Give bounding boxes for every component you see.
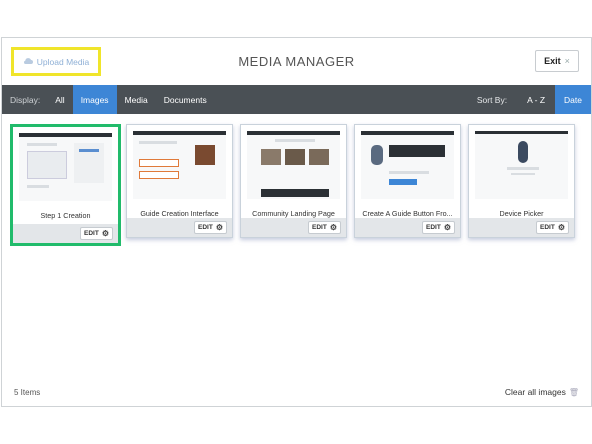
- item-count: 5 Items: [14, 387, 41, 397]
- sort-date[interactable]: Date: [555, 85, 591, 114]
- filter-images[interactable]: Images: [72, 85, 117, 114]
- page-title: MEDIA MANAGER: [238, 54, 355, 69]
- gear-icon: ⚙: [557, 222, 565, 232]
- filter-toolbar: Display: All Images Media Documents Sort…: [2, 85, 591, 114]
- exit-label: Exit: [544, 56, 561, 66]
- media-card[interactable]: Device Picker EDIT ⚙: [468, 124, 575, 238]
- gear-icon: ⚙: [215, 222, 223, 232]
- media-card[interactable]: Guide Creation Interface EDIT ⚙: [126, 124, 233, 238]
- sort-by-label: Sort By:: [476, 94, 508, 105]
- media-thumbnail: [475, 131, 568, 199]
- exit-button[interactable]: Exit ×: [535, 50, 579, 72]
- close-icon: ×: [564, 56, 570, 66]
- gear-icon: ⚙: [329, 222, 337, 232]
- gear-icon: ⚙: [101, 228, 109, 238]
- filter-all[interactable]: All: [47, 85, 72, 114]
- media-manager-modal: Upload Media MEDIA MANAGER Exit × Displa…: [1, 37, 592, 407]
- media-thumbnail: [133, 131, 226, 199]
- display-label: Display:: [10, 94, 41, 105]
- edit-button[interactable]: EDIT ⚙: [536, 221, 569, 234]
- filter-media[interactable]: Media: [117, 85, 156, 114]
- edit-button[interactable]: EDIT ⚙: [194, 221, 227, 234]
- media-name: Step 1 Creation: [40, 211, 91, 220]
- modal-header: Upload Media MEDIA MANAGER Exit ×: [2, 38, 591, 85]
- media-name: Community Landing Page: [252, 209, 335, 218]
- media-name: Create A Guide Button Fro...: [362, 209, 453, 218]
- media-card[interactable]: Create A Guide Button Fro... EDIT ⚙: [354, 124, 461, 238]
- media-thumbnail: [361, 131, 454, 199]
- media-thumbnail: [19, 133, 112, 201]
- edit-button[interactable]: EDIT ⚙: [422, 221, 455, 234]
- media-card[interactable]: Step 1 Creation EDIT ⚙: [10, 124, 121, 246]
- clear-all-images-button[interactable]: Clear all images 🗑: [505, 387, 579, 397]
- sort-a-z[interactable]: A - Z: [517, 85, 555, 114]
- trash-icon: 🗑: [568, 387, 579, 397]
- edit-button[interactable]: EDIT ⚙: [308, 221, 341, 234]
- media-thumbnail: [247, 131, 340, 199]
- gear-icon: ⚙: [443, 222, 451, 232]
- media-name: Guide Creation Interface: [140, 209, 219, 218]
- filter-documents[interactable]: Documents: [156, 85, 215, 114]
- media-card[interactable]: Community Landing Page EDIT ⚙: [240, 124, 347, 238]
- media-name: Device Picker: [499, 209, 544, 218]
- status-bar: 5 Items Clear all images 🗑: [2, 378, 591, 406]
- edit-button[interactable]: EDIT ⚙: [80, 227, 113, 240]
